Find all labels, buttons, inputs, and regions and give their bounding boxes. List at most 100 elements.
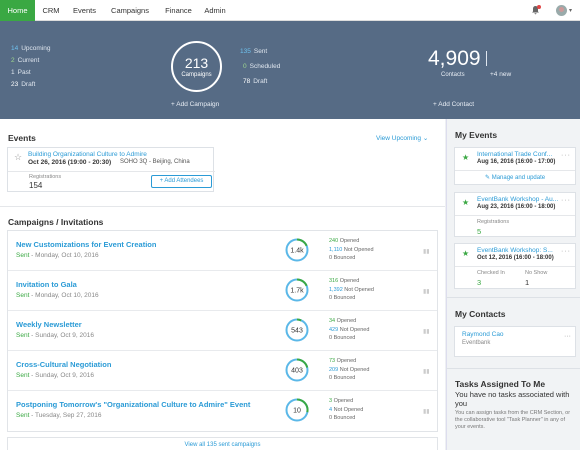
campaign-status: Sent - Tuesday, Sep 27, 2016 — [16, 412, 102, 419]
campaigns-count: 213 — [184, 55, 209, 71]
dashboard-summary: 14 Upcoming 2 Current 1 Past 23 Draft 213 Ca… — [0, 21, 580, 119]
tasks-empty-text: You can assign tasks from the CRM Sectio… — [455, 410, 571, 430]
divider — [455, 266, 575, 267]
my-event-card[interactable]: ★ EventBank Workshop: S... Oct 12, 2016 … — [454, 243, 576, 289]
campaign-name[interactable]: Postponing Tomorrow's "Organizational Cu… — [16, 400, 250, 409]
bar-chart-icon[interactable]: ▮▮ — [423, 368, 430, 375]
my-event-card[interactable]: ★ International Trade Conf... Aug 16, 20… — [454, 147, 576, 185]
user-avatar[interactable] — [556, 5, 567, 16]
contact-company: Eventbank — [462, 340, 491, 346]
stat-campaign-draft[interactable]: 78 Draft — [243, 78, 267, 85]
registrations-label: Registrations — [477, 219, 510, 225]
stat-upcoming[interactable]: 14 Upcoming — [11, 45, 51, 52]
tasks-empty-heading: You have no tasks associated with you — [455, 390, 570, 408]
manage-update-link[interactable]: ✎ Manage and update — [485, 174, 545, 181]
more-options-icon[interactable]: ··· — [561, 152, 571, 159]
tab-home[interactable]: Home — [0, 0, 35, 21]
bar-chart-icon[interactable]: ▮▮ — [423, 248, 430, 255]
tasks-empty-state: You have no tasks associated with you Yo… — [455, 390, 577, 431]
campaign-total: 403 — [291, 368, 303, 375]
registrations-count: 5 — [477, 227, 482, 236]
star-icon[interactable]: ★ — [462, 249, 469, 258]
campaign-status: Sent - Sunday, Oct 9, 2016 — [16, 332, 94, 339]
campaign-counts: 3 Opened 4 Not Opened 0 Bounced — [329, 398, 364, 421]
campaign-counts: 34 Opened 429 Not Opened 0 Bounced — [329, 318, 370, 341]
contacts-new[interactable]: +4 new — [490, 71, 511, 78]
event-card[interactable]: ☆ Building Organizational Culture to Adm… — [7, 147, 215, 192]
star-icon[interactable]: ☆ — [14, 152, 22, 163]
campaign-total: 10 — [293, 408, 301, 415]
event-title[interactable]: Building Organizational Culture to Admir… — [28, 151, 147, 158]
tab-finance[interactable]: Finance — [159, 0, 198, 21]
my-event-title[interactable]: International Trade Conf... — [477, 151, 561, 158]
campaign-total: 1.7k — [290, 288, 304, 295]
open-rate-donut: 543 — [285, 318, 309, 342]
star-icon[interactable]: ★ — [462, 198, 469, 207]
contacts-label: Contacts — [441, 72, 465, 78]
contacts-count[interactable]: 4,909 — [428, 48, 481, 70]
my-event-title[interactable]: EventBank Workshop - Au... — [477, 196, 561, 203]
campaign-row[interactable]: Invitation to Gala Sent - Monday, Oct 10… — [8, 271, 437, 311]
campaign-row[interactable]: Cross-Cultural Negotiation Sent - Sunday… — [8, 351, 437, 391]
contact-card[interactable]: Raymond Cao Eventbank ··· — [454, 326, 576, 357]
tab-admin[interactable]: Admin — [200, 0, 230, 21]
bar-chart-icon[interactable]: ▮▮ — [423, 328, 430, 335]
campaign-total: 1.4k — [290, 248, 304, 255]
campaign-counts: 240 Opened 1,110 Not Opened 0 Bounced — [329, 238, 374, 261]
campaign-row[interactable]: Weekly Newsletter Sent - Sunday, Oct 9, … — [8, 311, 437, 351]
campaign-name[interactable]: Weekly Newsletter — [16, 320, 82, 329]
view-all-campaigns-link[interactable]: View all 135 sent campaigns — [7, 437, 438, 450]
more-options-icon[interactable]: ··· — [561, 248, 571, 255]
tab-crm[interactable]: CRM — [38, 0, 64, 21]
more-options-icon[interactable]: ··· — [561, 197, 571, 204]
open-rate-donut: 1.4k — [285, 238, 309, 262]
my-event-title[interactable]: EventBank Workshop: S... — [477, 247, 561, 254]
pencil-icon: ✎ — [485, 175, 491, 181]
tab-events[interactable]: Events — [68, 0, 101, 21]
campaign-total: 543 — [291, 328, 303, 335]
registrations-count: 154 — [29, 181, 43, 190]
campaign-name[interactable]: Invitation to Gala — [16, 280, 77, 289]
checked-in-count: 3 — [477, 278, 482, 287]
campaign-row[interactable]: New Customizations for Event Creation Se… — [8, 231, 437, 271]
divider — [8, 171, 215, 172]
tab-campaigns[interactable]: Campaigns — [105, 0, 155, 21]
stat-draft[interactable]: 23 Draft — [11, 81, 35, 88]
divider — [455, 170, 575, 171]
view-upcoming-label: View Upcoming — [376, 135, 422, 142]
stat-scheduled[interactable]: 0 Scheduled — [243, 63, 280, 70]
chevron-down-icon: ⌄ — [422, 135, 429, 142]
campaign-status: Sent - Sunday, Oct 9, 2016 — [16, 372, 94, 379]
section-divider — [446, 368, 580, 369]
campaign-list: New Customizations for Event Creation Se… — [7, 230, 438, 432]
chevron-down-icon[interactable]: ▾ — [569, 7, 572, 14]
add-attendees-button[interactable]: + Add Attendees — [151, 175, 212, 188]
bell-icon[interactable] — [530, 5, 541, 16]
divider — [455, 215, 575, 216]
contact-name[interactable]: Raymond Cao — [462, 331, 504, 338]
star-icon[interactable]: ★ — [462, 153, 469, 162]
stat-sent[interactable]: 135 Sent — [240, 48, 267, 55]
stat-past[interactable]: 1 Past — [11, 69, 31, 76]
campaigns-count-ring[interactable]: 213 Campaigns — [171, 41, 222, 92]
registrations-label: Registrations — [29, 174, 62, 180]
open-rate-donut: 1.7k — [285, 278, 309, 302]
open-rate-donut: 10 — [285, 398, 309, 422]
my-event-card[interactable]: ★ EventBank Workshop - Au... Aug 23, 201… — [454, 192, 576, 237]
view-upcoming-dropdown[interactable]: View Upcoming ⌄ — [376, 134, 428, 142]
add-campaign-link[interactable]: + Add Campaign — [171, 101, 219, 108]
bar-chart-icon[interactable]: ▮▮ — [423, 408, 430, 415]
tasks-title: Tasks Assigned To Me — [455, 379, 546, 389]
campaign-counts: 73 Opened 209 Not Opened 0 Bounced — [329, 358, 370, 381]
no-show-count: 1 — [525, 278, 530, 287]
stat-current[interactable]: 2 Current — [11, 57, 39, 64]
campaign-name[interactable]: New Customizations for Event Creation — [16, 240, 156, 249]
campaigns-label: Campaigns — [181, 72, 212, 78]
campaign-name[interactable]: Cross-Cultural Negotiation — [16, 360, 111, 369]
bar-chart-icon[interactable]: ▮▮ — [423, 288, 430, 295]
add-contact-link[interactable]: + Add Contact — [433, 101, 474, 108]
campaign-row[interactable]: Postponing Tomorrow's "Organizational Cu… — [8, 391, 437, 431]
top-nav: Home CRM Events Campaigns Finance Admin … — [0, 0, 580, 21]
event-date: Oct 26, 2016 (19:00 - 20:30) — [28, 159, 112, 166]
more-options-icon[interactable]: ··· — [564, 333, 571, 340]
